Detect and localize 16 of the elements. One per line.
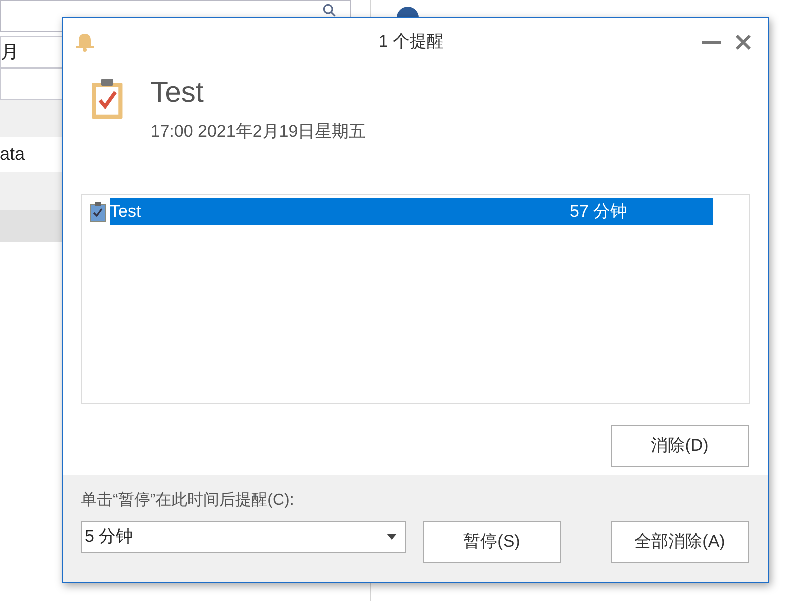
clipboard-check-icon bbox=[90, 202, 106, 222]
close-icon bbox=[734, 34, 752, 50]
snooze-button[interactable]: 暂停(S) bbox=[423, 521, 561, 563]
search-icon bbox=[323, 4, 336, 17]
snooze-time-dropdown[interactable]: 5 分钟 bbox=[81, 521, 406, 553]
clipboard-check-icon bbox=[91, 78, 124, 120]
reminder-list-item[interactable]: Test 57 分钟 bbox=[110, 198, 713, 225]
reminder-subject: Test bbox=[150, 76, 205, 111]
bell-icon bbox=[75, 32, 95, 52]
dismiss-button[interactable]: 消除(D) bbox=[611, 425, 749, 467]
window-title: 1 个提醒 bbox=[378, 31, 446, 54]
snooze-label: 单击“暂停”在此时间后提醒(C): bbox=[81, 490, 296, 511]
reminder-time: 17:00 2021年2月19日星期五 bbox=[150, 121, 366, 143]
dismiss-all-button[interactable]: 全部消除(A) bbox=[611, 521, 749, 563]
minimize-icon bbox=[702, 40, 720, 44]
dropdown-arrow-icon bbox=[387, 534, 397, 540]
